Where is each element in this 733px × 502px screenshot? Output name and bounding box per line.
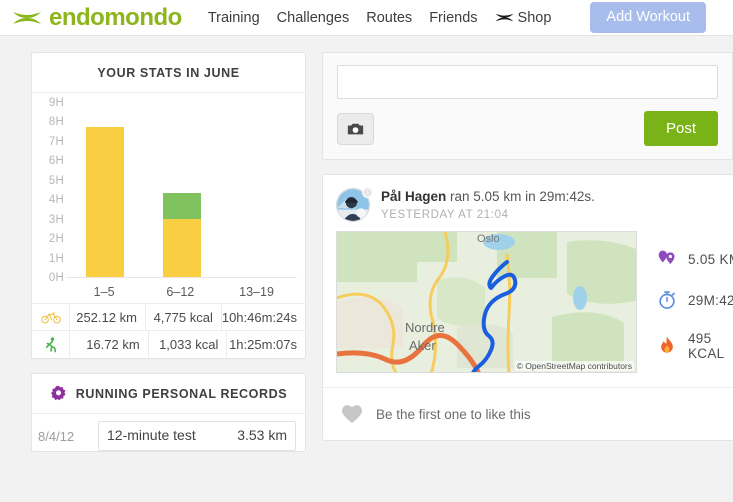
page-body: YOUR STATS IN JUNE 0H 1H 2H 3H 4H 5H 6H 7H 8H 9H … [0,36,733,466]
cycling-icon-cell [32,304,70,330]
right-column: Post Pål Hagen ran 5.05 km in 29m:42s. Y… [322,52,733,466]
feed-body: Oslo Nordre Aker © OpenStreetMap contrib… [323,231,733,373]
chart-y-tick: 3H [48,213,64,226]
metric-calories-value: 495 KCAL [688,331,725,361]
chart-bar-slot[interactable] [66,103,142,277]
feed-timestamp: YESTERDAY AT 21:04 [381,209,509,222]
post-input[interactable] [337,65,718,99]
record-box[interactable]: 12-minute test 3.53 km [98,421,296,451]
records-card-title: RUNNING PERSONAL RECORDS [75,386,288,401]
badge-award-icon [50,385,66,401]
shop-label: Shop [517,9,552,26]
chart-bar-segment [85,127,124,277]
chart-y-tick: 9H [48,97,64,109]
svg-text:Oslo: Oslo [477,233,500,245]
top-navbar: endomondo Training Challenges Routes Fri… [0,0,733,36]
metric-distance: 5.05 KM [657,249,733,269]
like-label[interactable]: Be the first one to like this [376,407,531,422]
running-calories: 1,033 kcal [149,331,228,358]
chart-y-tick: 1H [48,252,64,265]
svg-text:Nordre: Nordre [405,320,445,335]
cycling-duration: 10h:46m:24s [221,309,298,325]
chart-y-tick: 2H [48,233,64,246]
map-canvas: Oslo Nordre Aker [337,232,636,372]
feed-activity-line: Pål Hagen ran 5.05 km in 29m:42s. [381,188,595,206]
under-armour-small-icon [495,13,513,22]
chart-y-tick: 0H [48,272,64,284]
avatar-badge-icon [362,187,373,198]
nav-item-challenges[interactable]: Challenges [277,10,350,26]
metric-calories: 495 KCAL [657,331,733,361]
add-workout-button[interactable]: Add Workout [590,2,706,33]
metric-duration-value: 29M:42S [688,292,733,308]
attach-photo-button[interactable] [337,112,374,145]
chart-y-tick: 6H [48,155,64,168]
workout-metrics: 5.05 KM 29M:42S [637,231,733,373]
feed-header-text: Pål Hagen ran 5.05 km in 29m:42s. YESTER… [381,188,595,221]
workout-map[interactable]: Oslo Nordre Aker © OpenStreetMap contrib… [336,231,637,373]
avatar-wrapper[interactable] [336,187,373,222]
table-row: 16.72 km 1,033 kcal 1h:25m:07s [32,331,305,358]
like-row: Be the first one to like this [323,387,733,440]
nav-item-routes[interactable]: Routes [366,10,412,26]
feed-header: Pål Hagen ran 5.05 km in 29m:42s. YESTER… [323,175,733,231]
workout-feed-card: Pål Hagen ran 5.05 km in 29m:42s. YESTER… [322,174,733,441]
stats-card-title: YOUR STATS IN JUNE [32,53,305,93]
chart-y-tick: 5H [48,174,64,187]
metric-duration: 29M:42S [657,290,733,310]
map-attribution: © OpenStreetMap contributors [514,361,634,371]
chart-y-tick: 4H [48,194,64,207]
chart-bar-segment [162,218,201,277]
bicycle-icon [40,312,61,324]
under-armour-logo-icon [13,11,41,24]
chart-x-tick: 13–19 [239,285,274,299]
post-composer: Post [322,52,733,160]
stopwatch-icon [659,291,675,309]
flame-icon [661,336,673,353]
table-row: 252.12 km 4,775 kcal 10h:46m:24s [32,303,305,331]
feed-activity-text: ran 5.05 km in 29m:42s. [446,189,595,204]
distance-pin-icon [658,250,675,264]
composer-actions: Post [337,111,718,146]
record-date: 8/4/12 [38,428,75,444]
chart-x-tick: 6–12 [166,285,195,299]
heart-icon[interactable] [341,404,363,424]
chart-y-tick: 8H [48,116,64,129]
record-name: 12-minute test [107,427,196,443]
record-value: 3.53 km [237,427,287,443]
brand-wordmark: endomondo [49,3,182,31]
chart-plot-area: 0H 1H 2H 3H 4H 5H 6H 7H 8H 9H [38,97,297,284]
cycling-calories: 4,775 kcal [146,303,222,331]
chart-bar-segment [162,193,201,219]
chart-y-axis: 0H 1H 2H 3H 4H 5H 6H 7H 8H 9H [38,97,66,284]
camera-icon [347,123,364,134]
running-duration: 1h:25m:07s [229,337,298,352]
chart-bar-slot[interactable] [143,103,219,277]
feed-username[interactable]: Pål Hagen [381,189,446,204]
runner-icon [45,336,56,352]
stats-bar-chart: 0H 1H 2H 3H 4H 5H 6H 7H 8H 9H 1–5 6–12 13–19 [32,93,305,303]
brand-logo[interactable]: endomondo [12,3,182,31]
nav-item-friends[interactable]: Friends [429,10,477,26]
svg-text:Aker: Aker [409,338,436,353]
chart-x-axis: 1–5 6–12 13–19 [38,278,297,299]
chart-x-tick: 1–5 [93,285,115,299]
metric-distance-value: 5.05 KM [688,251,733,267]
left-column: YOUR STATS IN JUNE 0H 1H 2H 3H 4H 5H 6H 7H 8H 9H … [31,52,306,466]
chart-y-tick: 7H [48,135,64,148]
stats-card: YOUR STATS IN JUNE 0H 1H 2H 3H 4H 5H 6H 7H 8H 9H … [31,52,306,359]
post-button[interactable]: Post [643,111,718,146]
running-distance: 16.72 km [70,331,149,358]
chart-bars [66,103,297,278]
nav-item-training[interactable]: Training [208,10,260,26]
personal-records-card: RUNNING PERSONAL RECORDS 8/4/12 12-minut… [31,373,306,452]
running-icon-cell [32,331,70,358]
nav-item-shop[interactable]: Shop [495,9,552,26]
records-card-header: RUNNING PERSONAL RECORDS [32,374,305,414]
nav-links: Training Challenges Routes Friends Shop … [208,2,706,33]
stats-summary-table: 252.12 km 4,775 kcal 10h:46m:24s 16.72 k… [32,303,305,358]
record-row: 8/4/12 12-minute test 3.53 km [32,414,305,451]
cycling-distance: 252.12 km [70,303,146,331]
chart-bar-slot[interactable] [220,103,296,277]
